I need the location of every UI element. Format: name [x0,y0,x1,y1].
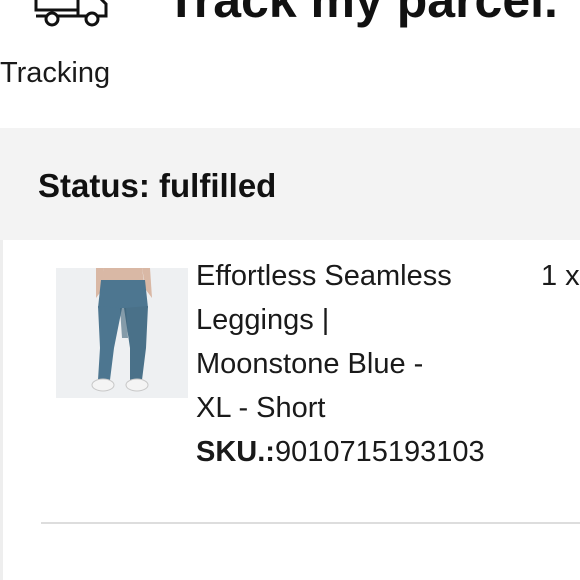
page-header: Tracking Track my parcel. [0,0,580,128]
product-name-line: XL - Short [196,392,326,424]
product-sku: SKU.:9010715193103 [196,430,485,474]
divider [41,522,580,524]
tracking-label[interactable]: Tracking [0,56,110,90]
product-name-line: Moonstone Blue - [196,348,424,380]
sku-value: 9010715193103 [274,436,485,468]
product-name[interactable]: Effortless Seamless Leggings | Moonstone… [196,254,496,430]
item-quantity: 1 x [541,260,580,292]
product-name-line: Effortless Seamless [196,260,452,292]
sku-label: SKU.: [196,436,275,468]
page-title: Track my parcel. [166,0,558,28]
product-name-line: Leggings | [196,304,330,336]
order-item: Effortless Seamless Leggings | Moonstone… [0,240,580,580]
order-status: Status: fulfilled [38,167,277,204]
product-thumbnail[interactable] [56,268,188,398]
order-status-band: Status: fulfilled [0,128,580,240]
delivery-truck-icon[interactable] [34,0,112,30]
